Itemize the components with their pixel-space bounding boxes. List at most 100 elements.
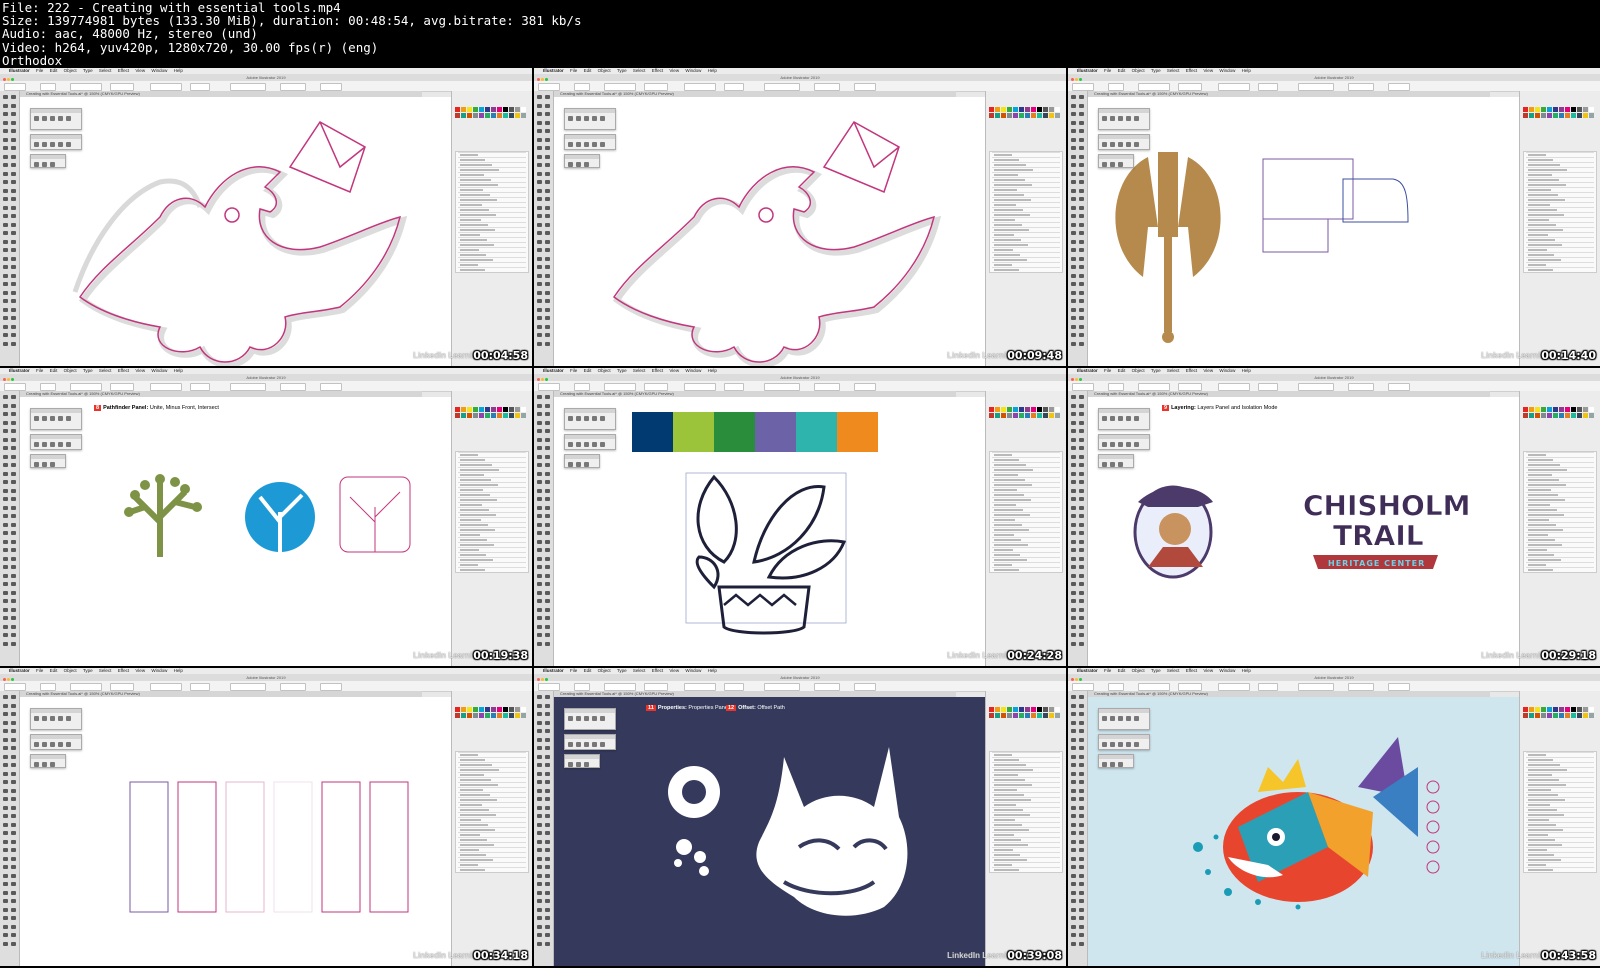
control-field[interactable] (1388, 83, 1410, 91)
menu-item[interactable]: Window (151, 368, 167, 373)
swatch[interactable] (1541, 413, 1546, 418)
panel-button[interactable] (34, 416, 39, 421)
tool-icon[interactable] (1071, 531, 1076, 535)
panel-button[interactable] (50, 462, 55, 467)
tool-icon[interactable] (1079, 882, 1084, 886)
menu-item[interactable]: Effect (118, 668, 129, 673)
layer-row[interactable] (1528, 868, 1553, 871)
tool-icon[interactable] (3, 641, 8, 646)
layer-row[interactable] (994, 833, 1014, 836)
layer-row[interactable] (994, 508, 1023, 511)
tool-icon[interactable] (545, 933, 550, 937)
control-field[interactable] (110, 383, 134, 391)
swatch[interactable] (455, 113, 460, 118)
tool-icon[interactable] (3, 573, 8, 578)
layer-row[interactable] (994, 203, 1016, 206)
tool-icon[interactable] (11, 916, 16, 920)
tool-icon[interactable] (11, 780, 16, 784)
tool-icon[interactable] (11, 729, 16, 733)
tool-icon[interactable] (537, 514, 542, 518)
layer-row[interactable] (460, 858, 493, 861)
panel-button[interactable] (1110, 742, 1115, 747)
tool-icon[interactable] (1079, 307, 1084, 312)
tool-icon[interactable] (545, 624, 550, 629)
swatch[interactable] (491, 707, 496, 712)
tool-icon[interactable] (1079, 103, 1084, 108)
tool-icon[interactable] (11, 565, 16, 569)
artboard-canvas[interactable]: 11 Properties: Properties Panel 12 Offset: … (554, 697, 986, 966)
tool-icon[interactable] (537, 703, 542, 708)
swatch[interactable] (1571, 713, 1576, 718)
panel-button[interactable] (568, 442, 573, 447)
tool-icon[interactable] (1079, 265, 1084, 269)
swatch[interactable] (473, 713, 478, 718)
tool-icon[interactable] (545, 514, 550, 518)
layer-row[interactable] (1528, 488, 1551, 491)
panel-button[interactable] (42, 462, 47, 467)
panel-button[interactable] (584, 116, 589, 121)
swatch[interactable] (1553, 707, 1558, 712)
tool-icon[interactable] (1071, 514, 1076, 518)
swatch[interactable] (1049, 707, 1054, 712)
layer-row[interactable] (994, 803, 1016, 806)
control-field[interactable] (1298, 83, 1334, 91)
tool-icon[interactable] (3, 480, 8, 484)
control-field[interactable] (110, 683, 134, 691)
menu-item[interactable]: File (36, 668, 43, 673)
tool-icon[interactable] (11, 737, 16, 742)
tool-icon[interactable] (3, 205, 8, 210)
control-field[interactable] (280, 83, 306, 91)
layer-row[interactable] (460, 753, 478, 756)
tool-icon[interactable] (537, 180, 542, 184)
layer-row[interactable] (1528, 478, 1559, 481)
tool-icon[interactable] (545, 565, 550, 569)
tool-icon[interactable] (1071, 746, 1076, 750)
swatch[interactable] (1583, 107, 1588, 112)
panel-button[interactable] (34, 742, 39, 747)
swatch[interactable] (1007, 713, 1012, 718)
layer-row[interactable] (1528, 783, 1566, 786)
swatch[interactable] (1043, 413, 1048, 418)
swatch[interactable] (1049, 407, 1054, 412)
layer-row[interactable] (460, 833, 480, 836)
tool-icon[interactable] (1071, 316, 1076, 320)
control-field[interactable] (150, 683, 182, 691)
swatch[interactable] (1013, 713, 1018, 718)
tool-icon[interactable] (11, 214, 16, 218)
panel-button[interactable] (576, 416, 581, 421)
swatch[interactable] (1523, 113, 1528, 118)
tool-icon[interactable] (1071, 771, 1076, 776)
tool-icon[interactable] (3, 522, 8, 527)
tool-icon[interactable] (545, 395, 550, 399)
layer-row[interactable] (460, 533, 480, 536)
tool-icon[interactable] (1079, 729, 1084, 733)
tool-icon[interactable] (1071, 729, 1076, 733)
layer-row[interactable] (994, 263, 1012, 266)
swatch[interactable] (989, 407, 994, 412)
tool-icon[interactable] (11, 599, 16, 603)
tool-icon[interactable] (3, 607, 8, 612)
panel-header[interactable] (565, 735, 615, 739)
layers-panel[interactable] (1523, 151, 1597, 273)
panel-header[interactable] (1099, 735, 1149, 739)
tool-icon[interactable] (11, 531, 16, 535)
control-field[interactable] (814, 83, 840, 91)
swatch[interactable] (995, 713, 1000, 718)
layers-panel[interactable] (455, 151, 529, 273)
panel-header[interactable] (1099, 135, 1149, 139)
layer-row[interactable] (460, 508, 489, 511)
layer-row[interactable] (460, 543, 494, 546)
swatch[interactable] (479, 407, 484, 412)
tool-icon[interactable] (1079, 565, 1084, 569)
tool-icon[interactable] (1071, 616, 1076, 620)
control-field[interactable] (1108, 683, 1124, 691)
tool-icon[interactable] (545, 890, 550, 895)
tool-icon[interactable] (545, 865, 550, 869)
swatch[interactable] (1037, 707, 1042, 712)
tool-icon[interactable] (537, 454, 542, 459)
swatch[interactable] (1013, 707, 1018, 712)
control-field[interactable] (854, 83, 876, 91)
panel-header[interactable] (565, 455, 599, 459)
layer-row[interactable] (994, 783, 1032, 786)
tool-icon[interactable] (3, 822, 8, 827)
